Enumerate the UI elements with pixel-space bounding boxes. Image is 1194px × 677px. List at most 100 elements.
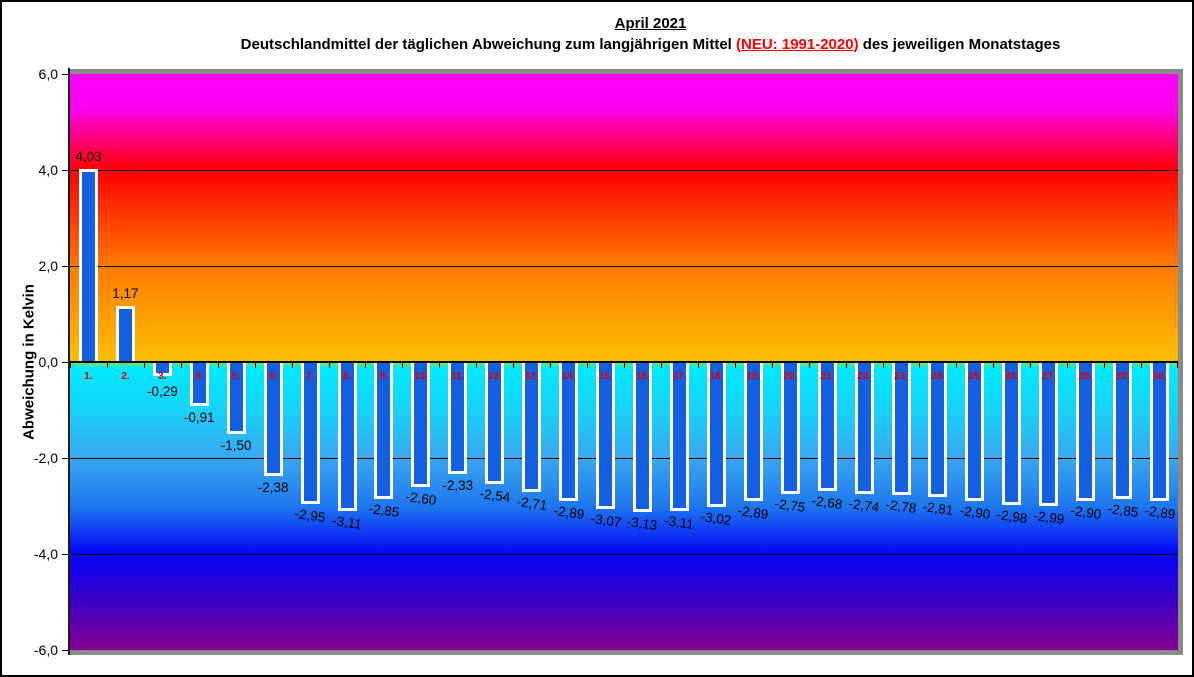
bar-day-29. bbox=[1113, 362, 1133, 499]
y-axis-tick bbox=[62, 170, 68, 171]
day-label-15.: 15. bbox=[598, 371, 613, 382]
x-axis-tick bbox=[956, 362, 957, 368]
day-label-27.: 27. bbox=[1041, 371, 1056, 382]
day-label-10.: 10. bbox=[413, 371, 428, 382]
gridline--4 bbox=[70, 554, 1178, 555]
day-label-6.: 6. bbox=[268, 371, 278, 382]
x-axis-tick bbox=[809, 362, 810, 368]
bar-day-16. bbox=[632, 362, 652, 513]
chart-subtitle: Deutschlandmittel der täglichen Abweichu… bbox=[94, 34, 1192, 55]
bar-fill bbox=[377, 362, 391, 496]
bar-fill bbox=[562, 362, 576, 498]
bar-fill bbox=[746, 362, 760, 498]
x-axis-tick bbox=[402, 362, 403, 368]
bar-day-30. bbox=[1150, 362, 1170, 501]
day-label-8.: 8. bbox=[342, 371, 352, 382]
bar-day-14. bbox=[559, 362, 579, 501]
y-axis-tick bbox=[62, 74, 68, 75]
day-label-16.: 16. bbox=[635, 371, 650, 382]
chart-canvas: April 2021 Deutschlandmittel der täglich… bbox=[0, 0, 1194, 677]
gridline-4 bbox=[70, 170, 1178, 171]
day-label-26.: 26. bbox=[1004, 371, 1019, 382]
bar-fill bbox=[709, 362, 723, 504]
bar-day-15. bbox=[596, 362, 616, 510]
x-axis-tick bbox=[292, 362, 293, 368]
day-label-28.: 28. bbox=[1078, 371, 1093, 382]
day-label-7.: 7. bbox=[305, 371, 315, 382]
day-label-22.: 22. bbox=[857, 371, 872, 382]
y-tick-label-6,0: 6,0 bbox=[38, 66, 58, 82]
day-label-13.: 13. bbox=[524, 371, 539, 382]
bar-day-23. bbox=[891, 362, 911, 496]
x-axis-tick bbox=[144, 362, 145, 368]
value-label-day-1.: 4,03 bbox=[75, 148, 102, 164]
x-axis-tick bbox=[1067, 362, 1068, 368]
value-label-day-2.: 1,17 bbox=[112, 285, 139, 301]
y-tick-label--4,0: -4,0 bbox=[33, 546, 58, 562]
bar-fill bbox=[192, 362, 206, 403]
chart-title: April 2021 bbox=[614, 15, 687, 32]
day-label-12.: 12. bbox=[487, 371, 502, 382]
day-label-4.: 4. bbox=[195, 371, 204, 382]
value-label-day-4.: -0,91 bbox=[183, 409, 215, 425]
x-axis-tick bbox=[735, 362, 736, 368]
bar-fill bbox=[968, 362, 982, 499]
day-label-21.: 21. bbox=[820, 371, 835, 382]
y-tick-label-0,0: 0,0 bbox=[38, 354, 58, 370]
chart-title-block: April 2021 Deutschlandmittel der täglich… bbox=[70, 14, 1192, 55]
x-axis-tick bbox=[329, 362, 330, 368]
subtitle-text-before: Deutschlandmittel der täglichen Abweichu… bbox=[240, 36, 737, 53]
day-label-9.: 9. bbox=[379, 371, 389, 382]
x-axis-tick bbox=[550, 362, 551, 368]
x-axis-tick bbox=[772, 362, 773, 368]
x-axis-tick bbox=[255, 362, 256, 368]
day-label-5.: 5. bbox=[232, 371, 241, 382]
bar-fill bbox=[1042, 362, 1056, 503]
value-label-day-3.: -0,29 bbox=[146, 384, 178, 399]
y-axis-tick bbox=[62, 362, 68, 363]
bar-day-1. bbox=[78, 168, 98, 362]
x-axis-tick bbox=[1104, 362, 1105, 368]
x-axis-tick bbox=[587, 362, 588, 368]
bar-day-9. bbox=[374, 362, 394, 499]
bar-fill bbox=[340, 362, 354, 509]
bar-day-7. bbox=[300, 362, 320, 504]
bar-day-27. bbox=[1039, 362, 1059, 506]
bar-day-8. bbox=[337, 362, 357, 512]
plot-frame: 1. 2. 3. 4. 5. 6. 7. 8. 9. 10. 11. 12. 13. 14. 15. 16. 1… bbox=[70, 69, 1183, 655]
plot-area: 1. 2. 3. 4. 5. 6. 7. 8. 9. 10. 11. 12. 13. 14. 15. 16. 1… bbox=[70, 74, 1178, 650]
gridline-2 bbox=[70, 266, 1178, 267]
x-axis-tick bbox=[883, 362, 884, 368]
x-axis-tick bbox=[439, 362, 440, 368]
day-label-20.: 20. bbox=[783, 371, 798, 382]
y-tick-label--2,0: -2,0 bbox=[33, 450, 58, 466]
x-axis-tick bbox=[661, 362, 662, 368]
bar-fill bbox=[118, 308, 132, 362]
bar-day-24. bbox=[928, 362, 948, 497]
bar-fill bbox=[303, 362, 317, 501]
bar-day-4. bbox=[189, 362, 209, 406]
x-axis-tick bbox=[993, 362, 994, 368]
day-label-3.: 3. bbox=[158, 371, 167, 382]
bar-day-25. bbox=[965, 362, 985, 502]
day-label-1.: 1. bbox=[84, 371, 93, 382]
x-axis-tick bbox=[1141, 362, 1142, 368]
value-label-day-6.: -2,38 bbox=[257, 480, 289, 496]
day-label-19.: 19. bbox=[746, 371, 761, 382]
x-axis-tick bbox=[70, 362, 71, 368]
bar-day-2. bbox=[115, 305, 135, 362]
y-axis-tick bbox=[62, 650, 68, 651]
x-axis-tick bbox=[365, 362, 366, 368]
x-axis-tick bbox=[181, 362, 182, 368]
x-axis-tick bbox=[846, 362, 847, 368]
bar-fill bbox=[1153, 362, 1167, 498]
y-axis-tick bbox=[62, 266, 68, 267]
day-label-25.: 25. bbox=[967, 371, 982, 382]
x-axis-tick bbox=[698, 362, 699, 368]
bar-day-28. bbox=[1076, 362, 1096, 502]
bar-fill bbox=[599, 362, 613, 507]
y-axis-tick bbox=[62, 554, 68, 555]
day-label-18.: 18. bbox=[709, 371, 724, 382]
day-label-23.: 23. bbox=[894, 371, 908, 382]
y-axis-tick bbox=[62, 458, 68, 459]
